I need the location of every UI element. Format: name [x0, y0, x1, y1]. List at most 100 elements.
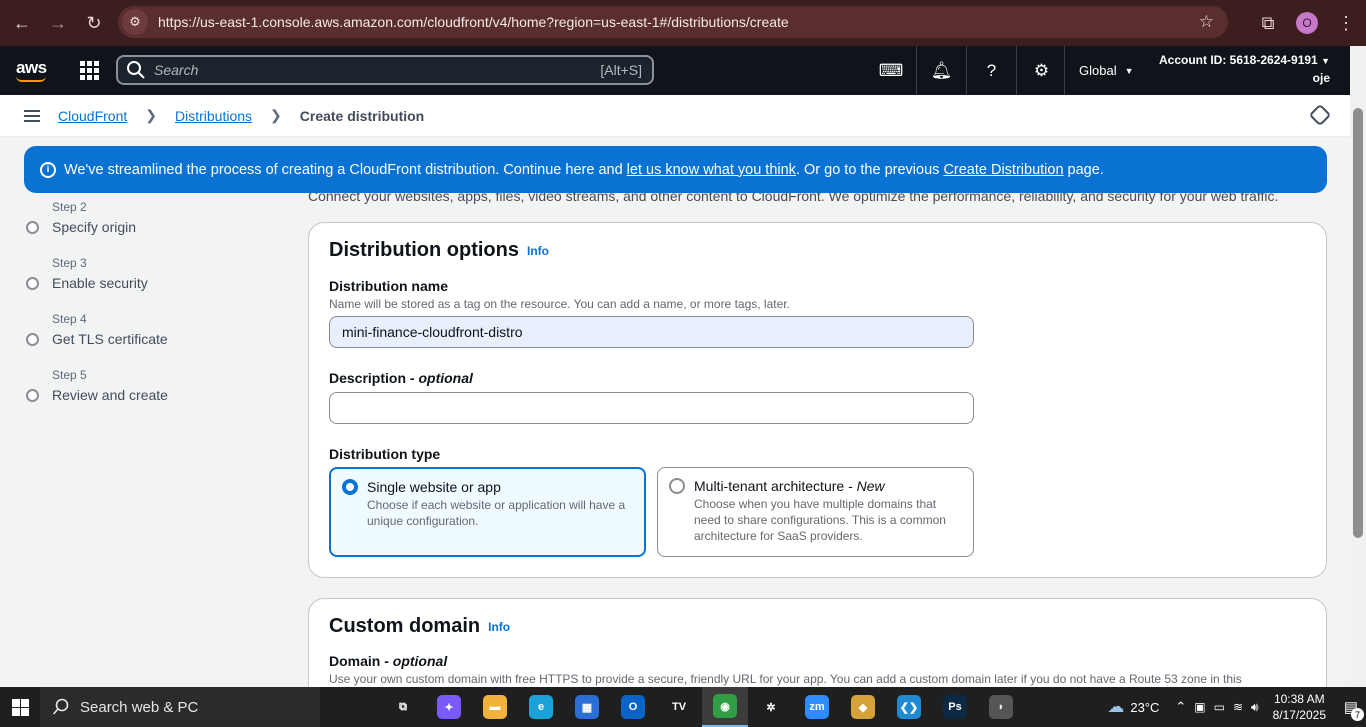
info-link[interactable]: Info — [488, 620, 510, 634]
aws-logo-text: aws — [16, 58, 47, 77]
region-selector[interactable]: Global ▼ — [1064, 46, 1134, 95]
info-flash-banner: i We've streamlined the process of creat… — [24, 146, 1327, 193]
vscode-icon: ❮❯ — [897, 695, 921, 719]
domain-label: Domain - optional — [329, 653, 447, 669]
search-input[interactable]: Search [Alt+S] — [116, 55, 654, 85]
help-icon[interactable]: ? — [966, 46, 1016, 95]
taskbar-app-edge[interactable]: e — [518, 687, 564, 727]
windows-taskbar: Search web & PC ⧉ ✦ ▬ e ▦ O TV ◉ ✲ zm ◆ ❮❯ Ps ◗ ☁ 23°… — [0, 687, 1366, 727]
step-item[interactable]: Step 3 Enable security — [24, 253, 284, 309]
chevron-right-icon: ❯ — [270, 107, 282, 123]
radio-selected-icon[interactable] — [342, 479, 358, 495]
extensions-icon[interactable]: ⧉ — [1254, 9, 1282, 37]
radio-unselected-icon[interactable] — [669, 478, 685, 494]
volume-icon[interactable]: 🔊︎ — [1251, 700, 1259, 715]
type-single-website-tile[interactable]: Single website or app Choose if each web… — [329, 467, 646, 557]
breadcrumb-cloudfront[interactable]: CloudFront — [58, 108, 127, 124]
weather-cloud-icon[interactable]: ☁ — [1107, 697, 1124, 717]
taskbar-app-git[interactable]: ◆ — [840, 687, 886, 727]
services-grid-icon[interactable] — [80, 61, 99, 80]
step-circle-icon — [26, 333, 39, 346]
git-icon: ◆ — [851, 695, 875, 719]
store-icon: ▦ — [575, 695, 599, 719]
cloudshell-icon[interactable]: ⌨ — [866, 46, 916, 95]
battery-icon[interactable]: ▭ — [1214, 700, 1225, 714]
back-icon[interactable]: ← — [8, 9, 36, 37]
taskbar-apps: ⧉ ✦ ▬ e ▦ O TV ◉ ✲ zm ◆ ❮❯ Ps ◗ — [320, 687, 1024, 727]
tile-title: Single website or app — [367, 479, 501, 495]
notification-center-icon[interactable]: ▤ 7 — [1336, 687, 1366, 727]
bookmark-star-icon[interactable]: ☆ — [1199, 12, 1214, 32]
distribution-name-input[interactable]: mini-finance-cloudfront-distro — [329, 316, 974, 348]
step-label: Review and create — [52, 387, 168, 403]
weather-temp[interactable]: 23°C — [1130, 700, 1159, 715]
optional-tag: optional — [392, 653, 448, 669]
custom-domain-title: Custom domain — [329, 615, 481, 637]
settings-gear-icon[interactable]: ⚙ — [1016, 46, 1066, 95]
chrome-icon: ◉ — [713, 694, 737, 718]
page-scrollbar[interactable] — [1350, 46, 1366, 687]
region-label: Global — [1079, 63, 1117, 78]
feedback-link[interactable]: let us know what you think — [627, 162, 796, 178]
step-label: Specify origin — [52, 219, 137, 235]
taskbar-app-perplexity[interactable]: ✲ — [748, 687, 794, 727]
taskbar-app-tradingview[interactable]: TV — [656, 687, 702, 727]
taskbar-app-vscode[interactable]: ❮❯ — [886, 687, 932, 727]
forward-icon[interactable]: → — [44, 9, 72, 37]
taskbar-app-file-explorer[interactable]: ▬ — [472, 687, 518, 727]
address-bar[interactable]: ⚙ https://us-east-1.console.aws.amazon.c… — [118, 6, 1228, 38]
distribution-options-panel: Distribution options Info Distribution na… — [308, 222, 1327, 578]
step-item[interactable]: Step 2 Specify origin — [24, 197, 284, 253]
edge-icon: e — [529, 695, 553, 719]
aws-logo[interactable]: aws — [16, 58, 47, 82]
step-circle-icon — [26, 389, 39, 402]
clock-date: 8/17/2025 — [1272, 708, 1326, 722]
profile-avatar[interactable]: O — [1296, 12, 1318, 34]
chevron-up-icon[interactable]: ⌃ — [1175, 699, 1186, 715]
flash-text-part: . Or go to the previous — [795, 161, 944, 178]
browser-menu-icon[interactable]: ⋮ — [1332, 9, 1360, 37]
tile-description: Choose when you have multiple domains th… — [694, 497, 946, 543]
notifications-bell-icon[interactable]: 🔔︎ — [916, 46, 966, 95]
taskbar-search[interactable]: Search web & PC — [40, 687, 320, 727]
search-shortcut: [Alt+S] — [600, 62, 642, 78]
taskbar-app-zoom[interactable]: zm — [794, 687, 840, 727]
taskbar-app-chrome[interactable]: ◉ — [702, 687, 748, 727]
task-view-icon: ⧉ — [391, 695, 415, 719]
distribution-name-description: Name will be stored as a tag on the reso… — [329, 297, 790, 311]
info-link[interactable]: Info — [527, 244, 549, 258]
taskbar-app-outlook[interactable]: O — [610, 687, 656, 727]
taskbar-app-photoshop[interactable]: Ps — [932, 687, 978, 727]
description-input[interactable] — [329, 392, 974, 424]
side-nav-menu-icon[interactable] — [24, 109, 40, 122]
account-menu[interactable]: Account ID: 5618-2624-9191 ▼ oje — [1159, 52, 1330, 87]
type-multi-tenant-tile[interactable]: Multi-tenant architecture - New Choose w… — [657, 467, 974, 557]
site-settings-icon[interactable]: ⚙ — [122, 9, 148, 35]
reload-icon[interactable]: ↻ — [80, 9, 108, 37]
breadcrumb-create-distribution: Create distribution — [299, 107, 425, 124]
distribution-name-label: Distribution name — [329, 278, 449, 294]
previous-create-distribution-link[interactable]: Create Distribution — [943, 162, 1063, 178]
step-circle-icon — [26, 277, 39, 290]
taskbar-app-game[interactable]: ◗ — [978, 687, 1024, 727]
scrollbar-thumb[interactable] — [1353, 108, 1363, 538]
wifi-icon[interactable]: ≋ — [1233, 700, 1243, 714]
breadcrumb-distributions[interactable]: Distributions — [175, 108, 252, 124]
account-user: oje — [1312, 71, 1330, 85]
perplexity-icon: ✲ — [759, 695, 783, 719]
taskbar-app-task-view[interactable]: ⧉ — [380, 687, 426, 727]
step-item[interactable]: Step 4 Get TLS certificate — [24, 309, 284, 365]
search-icon — [127, 61, 145, 79]
tile-title-text: Multi-tenant architecture - — [694, 478, 857, 494]
step-item[interactable]: Step 5 Review and create — [24, 365, 284, 421]
domain-description: Use your own custom domain with free HTT… — [329, 672, 1242, 686]
caret-down-icon: ▼ — [1321, 56, 1330, 66]
taskbar-app-copilot[interactable]: ✦ — [426, 687, 472, 727]
tile-title-text: Single website or app — [367, 479, 501, 495]
windows-start-icon[interactable] — [0, 687, 40, 727]
tools-panel-icon[interactable] — [1308, 103, 1332, 127]
flash-text-part: We've streamlined the process of creatin… — [64, 161, 627, 178]
clock[interactable]: 10:38 AM 8/17/2025 — [1273, 691, 1326, 723]
taskbar-app-store[interactable]: ▦ — [564, 687, 610, 727]
meet-now-icon[interactable]: ▣ — [1194, 700, 1205, 714]
